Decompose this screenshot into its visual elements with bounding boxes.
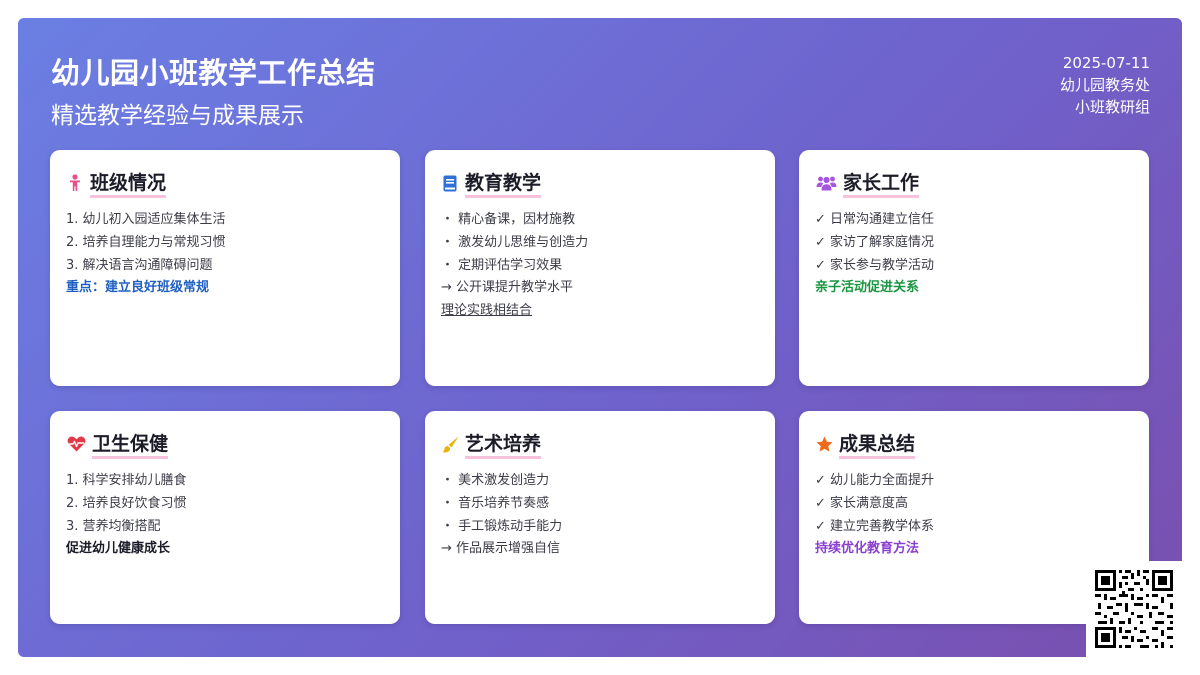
card-title: 艺术培养	[465, 429, 542, 459]
list-item: 1. 科学安排幼儿膳食	[66, 473, 187, 488]
card-title: 卫生保健	[92, 429, 169, 459]
card-header: 艺术培养	[441, 429, 542, 459]
list-item: 1. 幼儿初入园适应集体生活	[66, 212, 226, 227]
list-item: ・ 手工锻炼动手能力	[441, 518, 563, 534]
card-header: 成果总结	[815, 429, 916, 459]
child-icon	[66, 174, 84, 192]
list-item: ・ 激发幼儿思维与创造力	[441, 234, 589, 250]
list-item: 2. 培养良好饮食习惯	[66, 495, 187, 511]
card-header: 家长工作	[815, 168, 920, 198]
book-icon	[441, 174, 459, 192]
card-body: ・ 美术激发创造力 ・ 音乐培养节奏感 ・ 手工锻炼动手能力 → 作品展示增强自…	[441, 470, 763, 561]
card-title: 教育教学	[465, 168, 542, 198]
card-class-status: 班级情况 1. 幼儿初入园适应集体生活 2. 培养自理能力与常规习惯 3. 解决…	[50, 150, 400, 386]
card-header: 卫生保健	[66, 429, 169, 459]
meta-org: 幼儿园教务处	[1059, 76, 1150, 94]
star-icon	[815, 435, 833, 453]
card-header: 教育教学	[441, 168, 542, 198]
list-item: 2. 培养自理能力与常规习惯	[66, 234, 226, 250]
card-art: 艺术培养 ・ 美术激发创造力 ・ 音乐培养节奏感 ・ 手工锻炼动手能力 → 作品…	[425, 411, 775, 624]
paintbrush-icon	[441, 435, 459, 453]
list-item: ✓ 家长参与教学活动	[815, 257, 935, 273]
card-teaching: 教育教学 ・ 精心备课，因材施教 ・ 激发幼儿思维与创造力 ・ 定期评估学习效果…	[425, 150, 775, 386]
card-body: ✓ 日常沟通建立信任 ✓ 家访了解家庭情况 ✓ 家长参与教学活动 亲子活动促进关…	[815, 209, 1137, 300]
heart-pulse-icon	[66, 435, 86, 453]
card-highlight: 促进幼儿健康成长	[66, 541, 171, 557]
card-health-care: 卫生保健 1. 科学安排幼儿膳食 2. 培养良好饮食习惯 3. 营养均衡搭配 促…	[50, 411, 400, 624]
qr-code-icon	[1086, 561, 1182, 657]
meta-group: 小班教研组	[1074, 98, 1150, 116]
card-title: 班级情况	[90, 168, 167, 198]
list-item: ✓ 幼儿能力全面提升	[815, 473, 935, 488]
list-item: ✓ 日常沟通建立信任	[815, 212, 935, 227]
users-icon	[815, 174, 837, 192]
slide-background: 幼儿园小班教学工作总结 精选教学经验与成果展示 2025-07-11 幼儿园教务…	[18, 18, 1182, 657]
card-body: ・ 精心备课，因材施教 ・ 激发幼儿思维与创造力 ・ 定期评估学习效果 → 公开…	[441, 209, 763, 323]
card-title: 家长工作	[843, 168, 920, 198]
card-highlight: 亲子活动促进关系	[815, 280, 920, 296]
list-item: ・ 音乐培养节奏感	[441, 495, 550, 511]
list-item: ✓ 家长满意度高	[815, 495, 909, 511]
meta-info: 2025-07-11 幼儿园教务处 小班教研组	[1060, 52, 1150, 118]
page-subtitle: 精选教学经验与成果展示	[51, 103, 304, 129]
card-highlight: 理论实践相结合	[441, 303, 533, 319]
list-item: ✓ 建立完善教学体系	[815, 518, 935, 534]
list-item: → 作品展示增强自信	[441, 541, 561, 557]
card-header: 班级情况	[66, 168, 167, 198]
list-item: ・ 定期评估学习效果	[441, 257, 563, 273]
list-item: ✓ 家访了解家庭情况	[815, 234, 935, 250]
card-body: 1. 科学安排幼儿膳食 2. 培养良好饮食习惯 3. 营养均衡搭配 促进幼儿健康…	[66, 470, 388, 561]
list-item: → 公开课提升教学水平	[441, 280, 574, 296]
list-item: ・ 美术激发创造力	[441, 473, 550, 488]
list-item: 3. 营养均衡搭配	[66, 518, 161, 534]
list-item: ・ 精心备课，因材施教	[441, 212, 576, 227]
card-highlight: 持续优化教育方法	[815, 541, 920, 557]
card-title: 成果总结	[839, 429, 916, 459]
meta-date: 2025-07-11	[1062, 54, 1150, 72]
list-item: 3. 解决语言沟通障碍问题	[66, 257, 213, 273]
card-parent-work: 家长工作 ✓ 日常沟通建立信任 ✓ 家访了解家庭情况 ✓ 家长参与教学活动 亲子…	[799, 150, 1149, 386]
card-body: 1. 幼儿初入园适应集体生活 2. 培养自理能力与常规习惯 3. 解决语言沟通障…	[66, 209, 388, 300]
page-title: 幼儿园小班教学工作总结	[51, 56, 376, 90]
card-highlight: 重点：建立良好班级常规	[66, 280, 210, 296]
card-body: ✓ 幼儿能力全面提升 ✓ 家长满意度高 ✓ 建立完善教学体系 持续优化教育方法	[815, 470, 1137, 561]
